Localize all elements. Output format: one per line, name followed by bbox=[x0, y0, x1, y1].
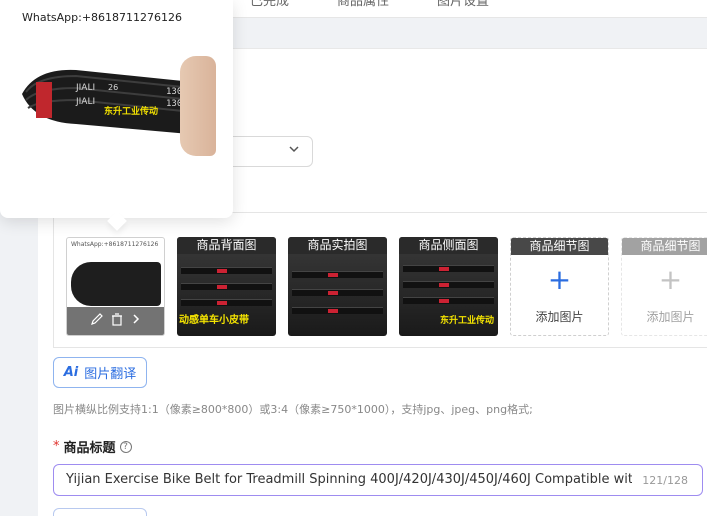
belt-maker: 东升工业传动 bbox=[104, 105, 158, 117]
top-tabs: 已完成 商品属性 图片设置 bbox=[250, 0, 489, 9]
belt-brand: JIALI bbox=[75, 83, 95, 93]
belt-stripe bbox=[181, 283, 272, 290]
belt-mark bbox=[328, 273, 339, 277]
trash-icon[interactable] bbox=[110, 312, 124, 330]
belt-stripe bbox=[292, 289, 383, 296]
watermark-text: WhatsApp:+8618711276126 bbox=[22, 11, 183, 24]
belt-stripe bbox=[181, 299, 272, 306]
image-requirements-hint: 图片横纵比例支持1:1（像素≥800*800）或3:4（像素≥750*1000）… bbox=[53, 403, 533, 416]
belt-mark bbox=[439, 283, 450, 287]
belt-stripe bbox=[403, 281, 494, 288]
hand-image bbox=[180, 56, 216, 156]
help-icon[interactable]: ? bbox=[119, 440, 132, 453]
thumb-label: 商品细节图 bbox=[511, 238, 608, 255]
image-tools bbox=[67, 307, 164, 335]
chevron-right-icon[interactable] bbox=[130, 313, 142, 329]
chevron-down-icon bbox=[288, 143, 300, 159]
belt-mark bbox=[328, 309, 339, 313]
title-label-text: 商品标题 bbox=[63, 441, 116, 456]
back-image-thumb[interactable]: 商品背面图 动感单车小皮带 bbox=[177, 237, 276, 336]
belt-image bbox=[71, 262, 161, 306]
side-image-thumb[interactable]: 商品侧面图 东升工业传动 bbox=[399, 237, 498, 336]
image-translate-label: 图片翻译 bbox=[84, 367, 137, 382]
required-mark: * bbox=[53, 439, 60, 454]
belt-code: 26 bbox=[108, 83, 118, 92]
belt-stripe bbox=[181, 267, 272, 274]
detail-image-upload-disabled[interactable]: 商品细节图 + 添加图片 bbox=[621, 237, 707, 336]
belt-stripe bbox=[292, 307, 383, 314]
add-image-label: 添加图片 bbox=[646, 310, 695, 324]
belt-brand: JIALI bbox=[75, 97, 95, 107]
image-preview-popover: WhatsApp:+8618711276126 JIALI 26 JIALI 1… bbox=[0, 0, 233, 231]
tab-completed[interactable]: 已完成 bbox=[250, 0, 289, 9]
plus-icon: + bbox=[658, 263, 683, 296]
belt-mark bbox=[439, 267, 450, 271]
thumb-label: 商品实拍图 bbox=[288, 237, 387, 254]
belt-mark bbox=[217, 269, 228, 273]
product-title-value: Yijian Exercise Bike Belt for Treadmill … bbox=[66, 472, 632, 487]
edit-icon[interactable] bbox=[90, 312, 104, 330]
detail-image-upload[interactable]: 商品细节图 + 添加图片 bbox=[510, 237, 609, 336]
plus-icon: + bbox=[547, 263, 572, 296]
add-image-label: 添加图片 bbox=[535, 310, 584, 324]
belt-stripe bbox=[403, 265, 494, 272]
watermark-text: WhatsApp:+8618711276126 bbox=[71, 241, 159, 248]
thumb-label: 商品侧面图 bbox=[399, 237, 498, 254]
char-counter: 121/128 bbox=[642, 474, 688, 487]
page: 已完成 商品属性 图片设置 WhatsApp:+8618711276126 商品… bbox=[0, 0, 707, 516]
image-translate-button[interactable]: Ai 图片翻译 bbox=[53, 357, 147, 388]
ai-icon: Ai bbox=[63, 365, 79, 380]
belt-stripe bbox=[292, 271, 383, 278]
thumb-label: 商品背面图 bbox=[177, 237, 276, 254]
secondary-button[interactable] bbox=[53, 508, 147, 516]
thumb-label: 商品细节图 bbox=[622, 238, 707, 255]
belt-mark bbox=[217, 301, 228, 305]
title-field-label: * 商品标题 ? bbox=[53, 437, 132, 456]
real-image-thumb[interactable]: 商品实拍图 bbox=[288, 237, 387, 336]
tab-attributes[interactable]: 商品属性 bbox=[337, 0, 389, 9]
belt-mark bbox=[217, 285, 228, 289]
product-title-input[interactable]: Yijian Exercise Bike Belt for Treadmill … bbox=[53, 464, 703, 496]
belt-stripe bbox=[403, 297, 494, 304]
tab-images[interactable]: 图片设置 bbox=[437, 0, 489, 9]
thumb-caption: 东升工业传动 bbox=[439, 316, 494, 326]
thumb-caption: 动感单车小皮带 bbox=[179, 315, 249, 326]
belt-mark bbox=[439, 299, 450, 303]
belt-mark bbox=[328, 291, 339, 295]
main-image-thumb[interactable]: WhatsApp:+8618711276126 bbox=[66, 237, 165, 336]
